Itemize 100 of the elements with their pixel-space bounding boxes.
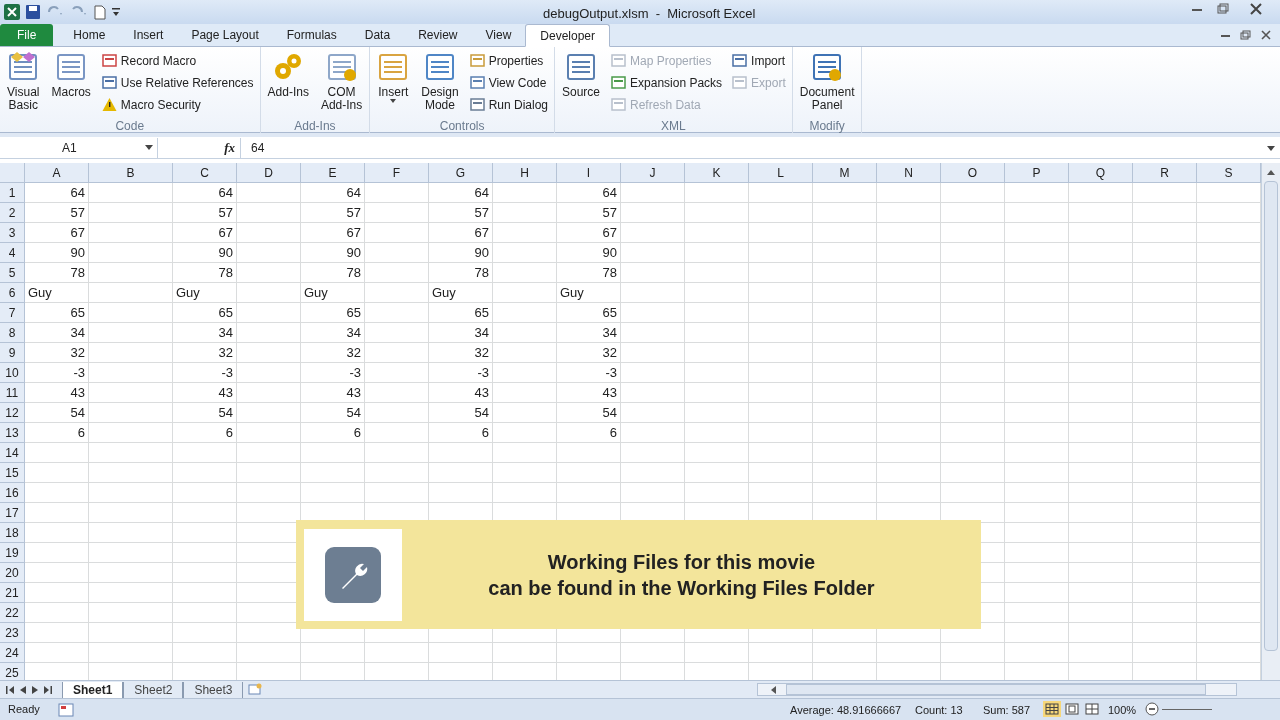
row-header[interactable]: 25 — [0, 663, 25, 680]
table-cell: 78 — [429, 263, 493, 283]
table-cell: -3 — [173, 363, 237, 383]
zoom-level[interactable]: 100% — [1108, 702, 1137, 719]
ribbon-button[interactable]: Document Panel — [796, 51, 858, 112]
column-header[interactable]: S — [1197, 163, 1261, 183]
table-cell: 34 — [557, 323, 621, 343]
ribbon-tab[interactable]: Page Layout — [177, 24, 273, 46]
ribbon-tab[interactable]: Developer — [525, 24, 610, 47]
column-header[interactable]: P — [1005, 163, 1069, 183]
row-header[interactable]: 4 — [0, 243, 25, 263]
column-header[interactable]: K — [685, 163, 749, 183]
row-header[interactable]: 13 — [0, 423, 25, 443]
column-header[interactable]: F — [365, 163, 429, 183]
ribbon-button[interactable]: Visual Basic — [4, 51, 43, 112]
window-title: debugOutput.xlsm - Microsoft Excel — [543, 5, 756, 23]
row-header[interactable]: 15 — [0, 463, 25, 483]
table-cell: 6 — [173, 423, 237, 443]
row-header[interactable]: 9 — [0, 343, 25, 363]
table-cell: 43 — [429, 383, 493, 403]
ribbon-button[interactable]: Import — [732, 51, 786, 70]
column-header[interactable]: Q — [1069, 163, 1133, 183]
row-header[interactable]: 1 — [0, 183, 25, 203]
table-cell: 54 — [557, 403, 621, 423]
column-header[interactable]: C — [173, 163, 237, 183]
ribbon-button[interactable]: Expansion Packs — [611, 73, 723, 92]
column-header[interactable]: E — [301, 163, 365, 183]
status-average: Average: 48.91666667 — [790, 703, 902, 718]
name-box[interactable]: A1 — [0, 137, 158, 158]
row-header[interactable]: 6 — [0, 283, 25, 303]
group-label: Add-Ins — [293, 118, 337, 133]
column-header[interactable]: D — [237, 163, 301, 183]
ribbon-button[interactable]: Properties — [469, 51, 548, 70]
ribbon-button[interactable]: Use Relative References — [101, 73, 254, 92]
ribbon-button[interactable]: Record Macro — [101, 51, 254, 70]
column-header[interactable]: A — [25, 163, 89, 183]
row-header[interactable]: 22 — [0, 603, 25, 623]
column-header[interactable]: J — [621, 163, 685, 183]
row-header[interactable]: 8 — [0, 323, 25, 343]
row-header[interactable]: 5 — [0, 263, 25, 283]
ribbon-button[interactable]: Macro Security — [101, 95, 254, 114]
table-cell: 34 — [25, 323, 89, 343]
ribbon-tab[interactable]: View — [471, 24, 526, 46]
table-cell: 64 — [173, 183, 237, 203]
column-header[interactable]: L — [749, 163, 813, 183]
table-cell: 67 — [173, 223, 237, 243]
row-header[interactable]: 11 — [0, 383, 25, 403]
formula-input[interactable]: 64 — [240, 137, 1264, 158]
row-header[interactable]: 3 — [0, 223, 25, 243]
table-cell: 65 — [173, 303, 237, 323]
ribbon-button[interactable]: Macros — [48, 51, 94, 99]
table-cell: Guy — [301, 283, 365, 303]
row-header[interactable]: 21 — [0, 583, 25, 603]
column-header[interactable]: R — [1133, 163, 1197, 183]
row-header[interactable]: 2 — [0, 203, 25, 223]
sheet-tab[interactable]: Sheet1 — [62, 681, 124, 699]
table-cell: 90 — [25, 243, 89, 263]
ribbon-button[interactable]: Design Mode — [418, 51, 462, 112]
row-header[interactable]: 14 — [0, 443, 25, 463]
row-header[interactable]: 10 — [0, 363, 25, 383]
column-header[interactable]: N — [877, 163, 941, 183]
ribbon-button[interactable]: Run Dialog — [469, 95, 548, 114]
ribbon-button[interactable]: Add-Ins — [264, 51, 312, 99]
table-cell: 64 — [25, 183, 89, 203]
sheet-tab[interactable]: Sheet3 — [183, 681, 244, 699]
table-cell: 64 — [429, 183, 493, 203]
column-header[interactable]: B — [89, 163, 173, 183]
row-header[interactable]: 20 — [0, 563, 25, 583]
table-cell: -3 — [301, 363, 365, 383]
column-header[interactable]: I — [557, 163, 621, 183]
column-header[interactable]: H — [493, 163, 557, 183]
row-header[interactable]: 18 — [0, 523, 25, 543]
ribbon-button[interactable]: Insert — [374, 51, 413, 103]
row-header[interactable]: 23 — [0, 623, 25, 643]
row-header[interactable]: 19 — [0, 543, 25, 563]
file-tab[interactable]: File — [0, 24, 54, 46]
ribbon-button[interactable]: Source — [559, 51, 604, 99]
column-header[interactable]: G — [429, 163, 493, 183]
sheet-tab[interactable]: Sheet2 — [123, 681, 184, 699]
ribbon-tab[interactable]: Formulas — [272, 24, 351, 46]
group-label: Modify — [808, 118, 846, 133]
status-sum: Sum: 587 — [983, 703, 1031, 718]
status-count: Count: 13 — [915, 703, 963, 718]
column-header[interactable]: O — [941, 163, 1005, 183]
row-header[interactable]: 7 — [0, 303, 25, 323]
row-header[interactable]: 17 — [0, 503, 25, 523]
ribbon-tab[interactable]: Insert — [119, 24, 178, 46]
row-header[interactable]: 12 — [0, 403, 25, 423]
insert-function-button[interactable]: fx — [221, 137, 238, 158]
table-cell: 34 — [429, 323, 493, 343]
row-header[interactable]: 16 — [0, 483, 25, 503]
ribbon-tab[interactable]: Review — [404, 24, 472, 46]
ribbon-button[interactable]: View Code — [469, 73, 548, 92]
column-header[interactable]: M — [813, 163, 877, 183]
table-cell: 67 — [557, 223, 621, 243]
table-cell: -3 — [25, 363, 89, 383]
row-header[interactable]: 24 — [0, 643, 25, 663]
ribbon-button[interactable]: COM Add-Ins — [317, 51, 366, 112]
ribbon-tab[interactable]: Home — [59, 24, 120, 46]
ribbon-tab[interactable]: Data — [350, 24, 405, 46]
